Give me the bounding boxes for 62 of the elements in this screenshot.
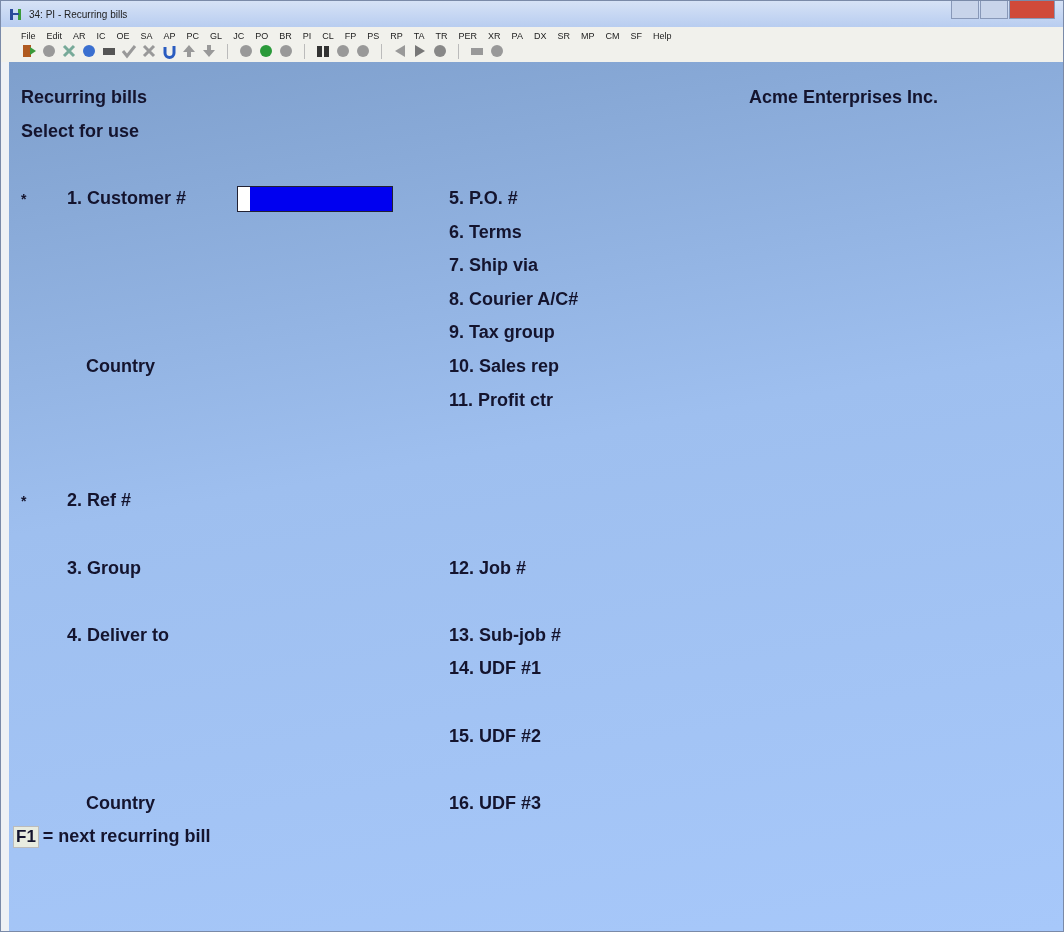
minimize-button[interactable] xyxy=(951,1,979,19)
field-label: 1. Customer # xyxy=(67,188,187,210)
field-label: 15. UDF #2 xyxy=(448,725,542,747)
field-label: 7. Ship via xyxy=(448,255,539,277)
mode-label: Select for use xyxy=(20,120,140,142)
field-label: 16. UDF #3 xyxy=(448,792,542,814)
menu-item[interactable]: JC xyxy=(233,31,245,41)
required-mark: * xyxy=(20,190,27,207)
maximize-button[interactable] xyxy=(980,1,1008,19)
menu-item[interactable]: IC xyxy=(96,31,106,41)
menu-item[interactable]: PER xyxy=(458,31,478,41)
menu-item[interactable]: BR xyxy=(279,31,292,41)
menu-item[interactable]: TR xyxy=(435,31,448,41)
menu-item[interactable]: PS xyxy=(367,31,380,41)
company-name: Acme Enterprises Inc. xyxy=(748,87,939,109)
menu-item[interactable]: PA xyxy=(511,31,523,41)
menu-item[interactable]: CL xyxy=(322,31,334,41)
menu-item[interactable]: AP xyxy=(163,31,176,41)
menu-item[interactable]: MP xyxy=(581,31,595,41)
menu-item[interactable]: PC xyxy=(186,31,200,41)
toolbar-icon[interactable] xyxy=(315,43,331,59)
menu-item[interactable]: XR xyxy=(488,31,501,41)
menu-item[interactable]: SA xyxy=(140,31,153,41)
app-logo-icon xyxy=(9,7,23,21)
menu-item[interactable]: AR xyxy=(73,31,86,41)
close-button[interactable] xyxy=(1009,1,1055,19)
menu-item[interactable]: FP xyxy=(344,31,357,41)
field-label: 2. Ref # xyxy=(67,490,132,512)
toolbar-icon[interactable] xyxy=(161,43,177,59)
field-label: 8. Courier A/C# xyxy=(448,288,579,310)
field-label: Country xyxy=(86,792,155,814)
menu-item[interactable]: SF xyxy=(630,31,642,41)
menu-item[interactable]: DX xyxy=(533,31,547,41)
hint-text: = next recurring bill xyxy=(42,826,211,848)
menu-item[interactable]: Help xyxy=(653,31,672,41)
menu-item[interactable]: RP xyxy=(390,31,403,41)
field-label: 4. Deliver to xyxy=(67,624,170,646)
required-mark: * xyxy=(20,492,27,509)
menu-item[interactable]: OE xyxy=(116,31,130,41)
menu-item[interactable]: TA xyxy=(413,31,425,41)
menu-item[interactable]: File xyxy=(21,31,36,41)
menu-item[interactable]: GL xyxy=(210,31,223,41)
menu-item[interactable]: PO xyxy=(255,31,269,41)
function-key: F1 xyxy=(13,825,39,848)
menu-item[interactable]: CM xyxy=(605,31,620,41)
field-label: 5. P.O. # xyxy=(448,188,518,210)
field-label: 3. Group xyxy=(67,557,141,579)
field-label: 13. Sub-job # xyxy=(448,624,562,646)
window-title: 34: PI - Recurring bills xyxy=(29,8,128,20)
field-label: 14. UDF #1 xyxy=(448,658,542,680)
input-field[interactable] xyxy=(237,185,393,212)
screen-title: Recurring bills xyxy=(20,87,148,109)
field-label: 12. Job # xyxy=(448,557,527,579)
menu-item[interactable]: PI xyxy=(302,31,312,41)
field-label: Country xyxy=(86,356,155,378)
field-label: 6. Terms xyxy=(448,221,522,243)
menu-item[interactable]: SR xyxy=(557,31,570,41)
menu-item[interactable]: Edit xyxy=(46,31,63,41)
field-label: 9. Tax group xyxy=(448,322,555,344)
text-cursor xyxy=(238,186,250,211)
field-label: 11. Profit ctr xyxy=(448,389,554,411)
field-label: 10. Sales rep xyxy=(448,356,560,378)
